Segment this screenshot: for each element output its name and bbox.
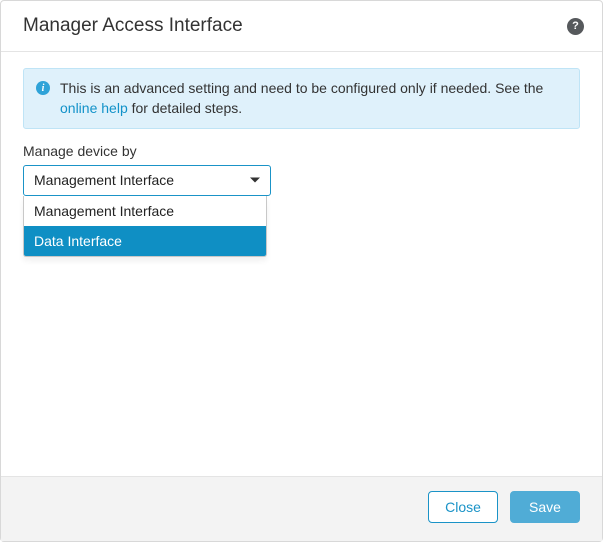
chevron-down-icon [250, 178, 260, 183]
help-icon-glyph: ? [572, 20, 579, 32]
manage-device-field: Manage device by Management Interface Ma… [23, 143, 580, 196]
modal-body: i This is an advanced setting and need t… [1, 52, 602, 476]
info-icon: i [36, 81, 50, 95]
info-banner: i This is an advanced setting and need t… [23, 68, 580, 129]
modal-footer: Close Save [1, 476, 602, 541]
close-button[interactable]: Close [428, 491, 498, 523]
modal-container: Manager Access Interface ? i This is an … [0, 0, 603, 542]
manage-device-dropdown: Management Interface Data Interface [23, 196, 267, 257]
dropdown-option-data-interface[interactable]: Data Interface [24, 226, 266, 256]
help-icon[interactable]: ? [567, 18, 584, 35]
info-text-before: This is an advanced setting and need to … [60, 80, 543, 96]
info-banner-text: This is an advanced setting and need to … [60, 78, 567, 119]
modal-header: Manager Access Interface ? [1, 1, 602, 52]
save-button[interactable]: Save [510, 491, 580, 523]
dropdown-option-management-interface[interactable]: Management Interface [24, 196, 266, 226]
manage-device-select[interactable]: Management Interface [23, 165, 271, 196]
manage-device-label: Manage device by [23, 143, 580, 159]
online-help-link[interactable]: online help [60, 100, 128, 116]
info-text-after: for detailed steps. [128, 100, 242, 116]
select-current-value: Management Interface [34, 172, 174, 188]
manage-device-select-wrap: Management Interface Management Interfac… [23, 165, 271, 196]
page-title: Manager Access Interface [23, 15, 243, 37]
